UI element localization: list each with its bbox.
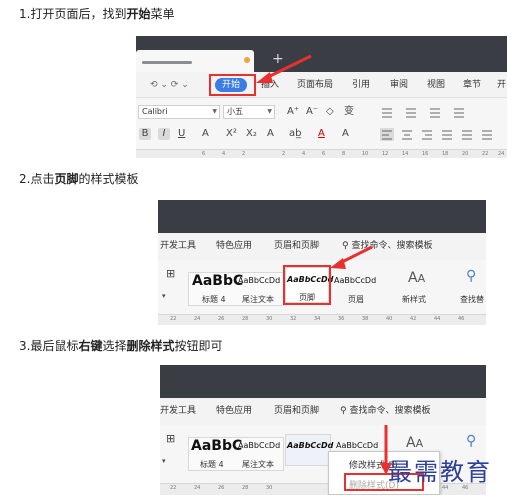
- watermark: 最需教育: [388, 458, 492, 486]
- step-2-bold: 页脚: [54, 172, 79, 186]
- step-3-bold: 右键: [78, 339, 103, 353]
- step-3-pre: 3.最后鼠标: [19, 339, 79, 353]
- step-3-bold2: 删除样式: [126, 339, 175, 353]
- step-3-text: 3.最后鼠标右键选择删除样式按钮即可: [19, 339, 223, 353]
- step-1-bold: 开始: [126, 7, 151, 21]
- screenshot-2: 开发工具 特色应用 页眉和页脚 ⚲ 查找命令、搜索模板 ⊞ ▾ AaBbC 标题…: [158, 200, 486, 325]
- step-2-post: 的样式模板: [78, 172, 139, 186]
- step-2-text: 2.点击页脚的样式模板: [19, 172, 138, 186]
- step-3-post: 按钮即可: [174, 339, 223, 353]
- step-2-pre: 2.点击: [19, 172, 55, 186]
- arrow-pointing-footer: [330, 245, 373, 269]
- arrow-pointing-start: [256, 54, 312, 83]
- step-1-post: 菜单: [150, 7, 175, 21]
- screenshot-1: + ⟲ ⌄ ⟳ ⌄ 开始 插入 页面布局 引用 审阅 视图 章节 开 Calib…: [136, 36, 507, 158]
- step-3-mid: 选择: [102, 339, 127, 353]
- step-1-pre: 1.打开页面后，找到: [19, 7, 127, 21]
- step-1-text: 1.打开页面后，找到开始菜单: [19, 7, 174, 21]
